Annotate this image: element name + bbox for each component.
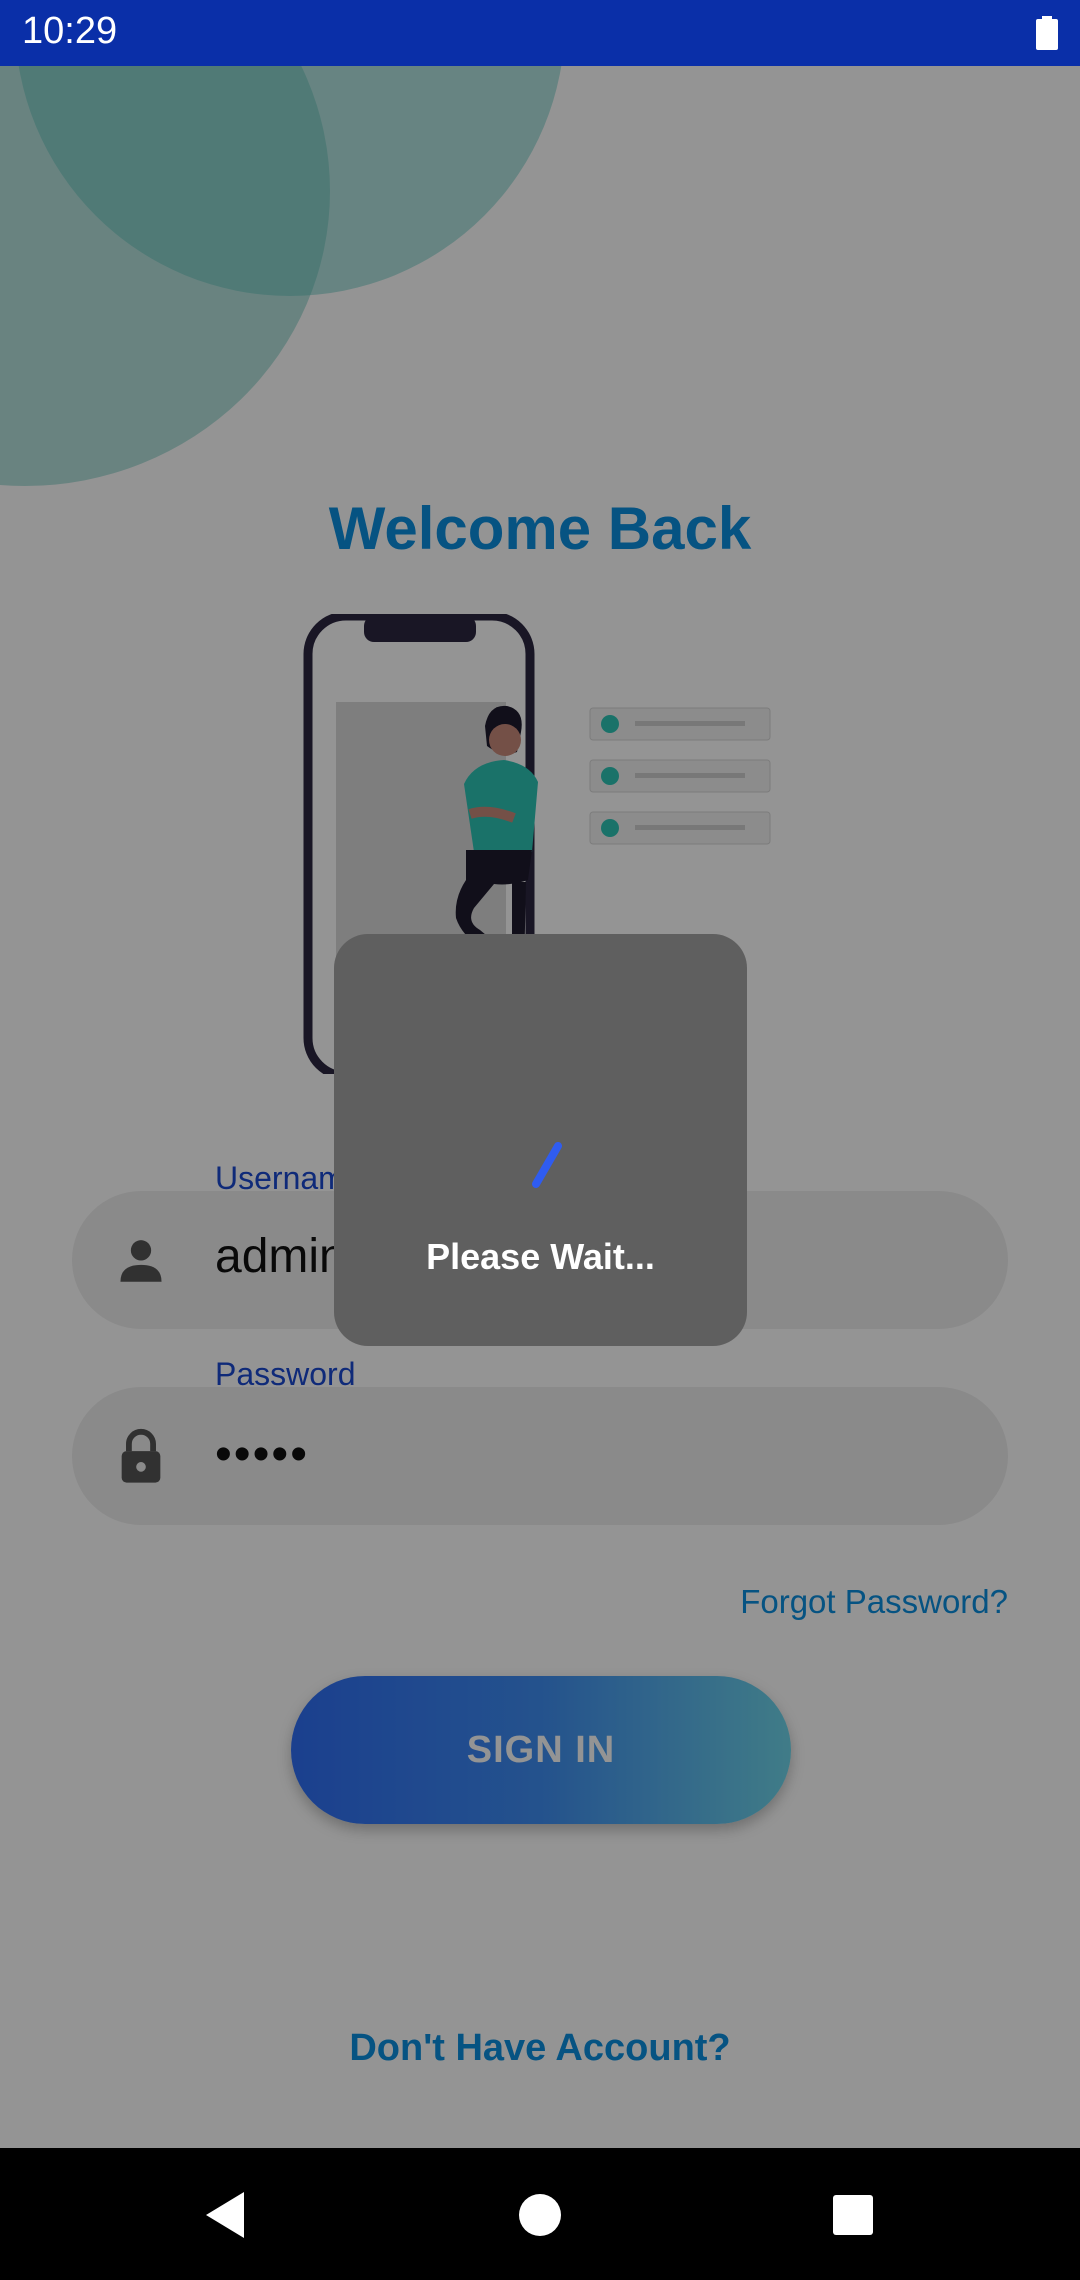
back-triangle-icon[interactable] [200,2188,254,2242]
recents-square-icon[interactable] [826,2188,880,2242]
status-bar: 10:29 [0,0,1080,66]
loading-message: Please Wait... [426,1236,655,1277]
status-time: 10:29 [22,10,118,52]
loading-dialog: Please Wait... [334,934,747,1346]
loading-spinner-icon [532,1142,562,1188]
battery-full-icon [1036,16,1058,50]
home-circle-icon[interactable] [513,2188,567,2242]
navigation-bar [0,2148,1080,2280]
